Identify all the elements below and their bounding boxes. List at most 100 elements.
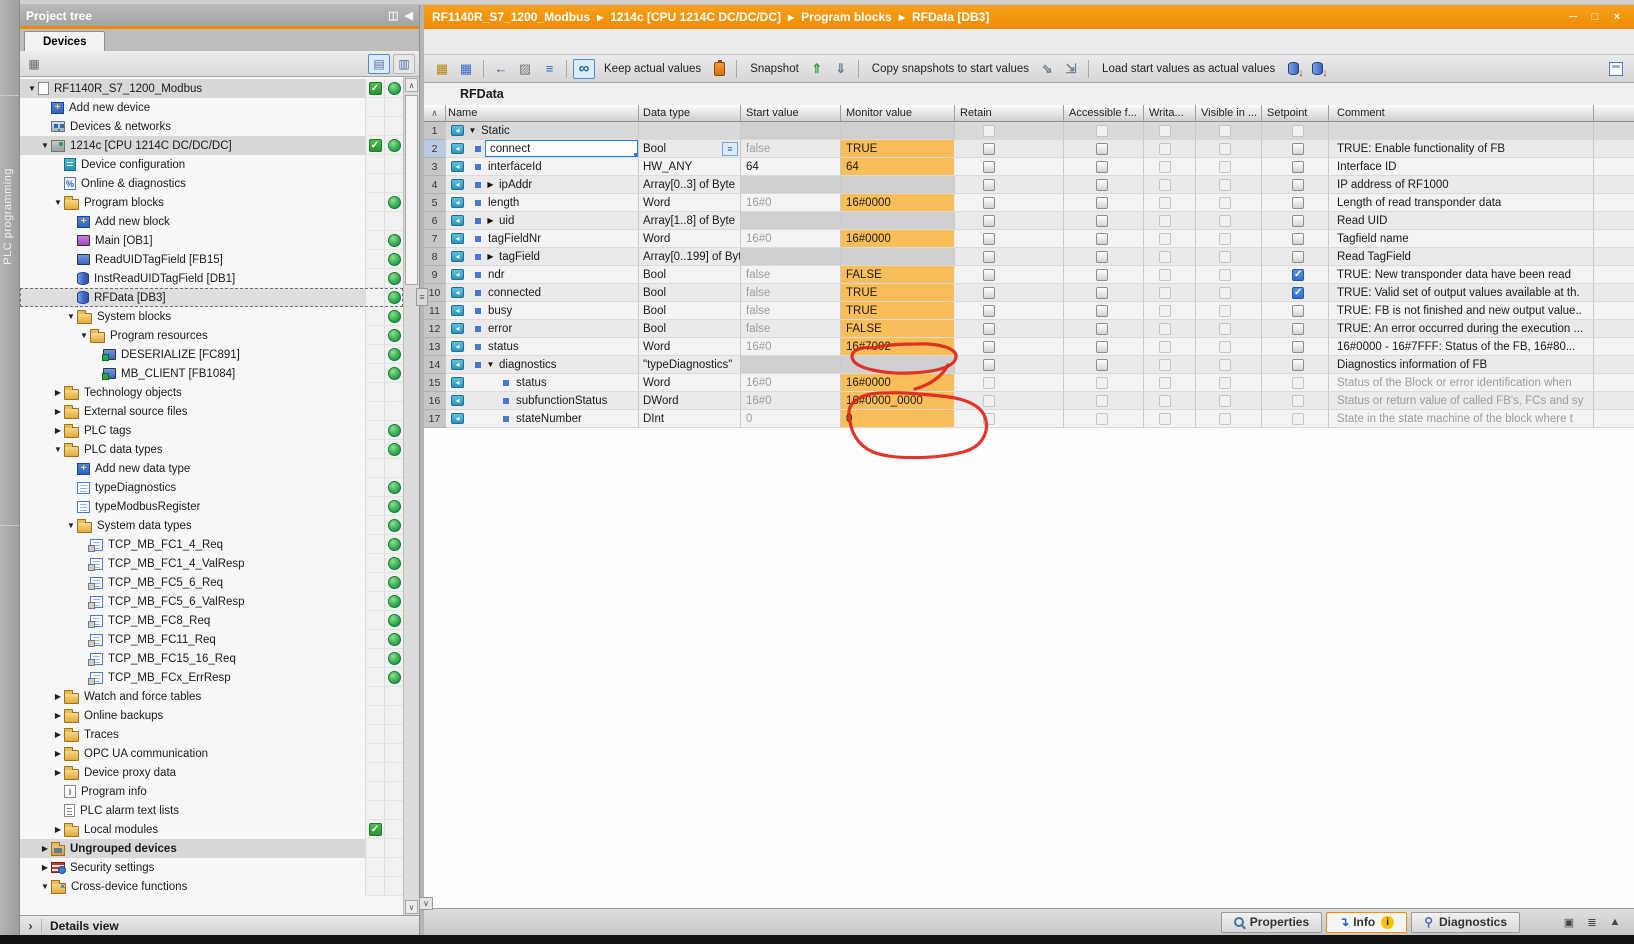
expand-arrow-icon[interactable]: ▶ bbox=[52, 407, 64, 416]
writable-from-hmi-cell[interactable] bbox=[1144, 176, 1196, 194]
tree-item[interactable]: Add new device bbox=[20, 98, 403, 117]
tree-item[interactable]: ▶External source files bbox=[20, 402, 403, 421]
tree-item[interactable]: TCP_MB_FC15_16_Req bbox=[20, 649, 403, 668]
retain-checkbox[interactable] bbox=[983, 215, 995, 227]
setpoint-cell[interactable] bbox=[1262, 392, 1329, 410]
retain-checkbox[interactable] bbox=[983, 359, 995, 371]
tree-item[interactable]: ▶Local modules bbox=[20, 820, 403, 839]
retain-checkbox[interactable] bbox=[983, 269, 995, 281]
collapse-all-icon[interactable]: ∧ bbox=[424, 105, 446, 122]
collapse-inspector-icon[interactable]: ▲ bbox=[1606, 916, 1624, 928]
start-value-cell[interactable]: false bbox=[741, 302, 841, 320]
accessible-from-hmi-cell[interactable] bbox=[1064, 284, 1144, 302]
accessible-from-hmi-checkbox[interactable] bbox=[1096, 215, 1108, 227]
setpoint-checkbox[interactable] bbox=[1292, 287, 1304, 299]
visible-in-hmi-cell[interactable] bbox=[1196, 302, 1262, 320]
retain-cell[interactable] bbox=[955, 356, 1064, 374]
visible-in-hmi-cell[interactable] bbox=[1196, 266, 1262, 284]
diagram-view-icon[interactable]: ▥ bbox=[393, 54, 415, 74]
snapshot-label[interactable]: Snapshot bbox=[750, 63, 799, 75]
accessible-from-hmi-checkbox[interactable] bbox=[1096, 269, 1108, 281]
visible-in-hmi-cell[interactable] bbox=[1196, 284, 1262, 302]
list-view-icon[interactable]: ▤ bbox=[368, 54, 390, 74]
tree-item[interactable]: TCP_MB_FC1_4_ValResp bbox=[20, 554, 403, 573]
collapse-arrow-icon[interactable]: ▼ bbox=[39, 141, 51, 150]
name-cell[interactable]: status bbox=[446, 338, 639, 356]
expand-arrow-icon[interactable]: ▶ bbox=[52, 730, 64, 739]
tree-item[interactable]: TCP_MB_FC1_4_Req bbox=[20, 535, 403, 554]
column-header-setpoint[interactable]: Setpoint bbox=[1262, 105, 1329, 122]
expand-arrow-icon[interactable]: ▶ bbox=[52, 692, 64, 701]
setpoint-cell[interactable] bbox=[1262, 230, 1329, 248]
copy-snapshot-icon[interactable]: ⇘ bbox=[1036, 59, 1058, 79]
data-type-cell[interactable]: "typeDiagnostics" bbox=[639, 356, 741, 374]
tree-item[interactable]: TCP_MB_FC11_Req bbox=[20, 630, 403, 649]
setpoint-checkbox[interactable] bbox=[1292, 197, 1304, 209]
editor-scroll-down-icon[interactable]: ∨ bbox=[419, 897, 433, 910]
retain-cell[interactable] bbox=[955, 176, 1064, 194]
start-value-cell[interactable]: false bbox=[741, 320, 841, 338]
visible-in-hmi-cell[interactable] bbox=[1196, 212, 1262, 230]
accessible-from-hmi-cell[interactable] bbox=[1064, 266, 1144, 284]
accessible-from-hmi-checkbox[interactable] bbox=[1096, 197, 1108, 209]
expand-arrow-icon[interactable]: ▶ bbox=[39, 863, 51, 872]
column-header-monitor-value[interactable]: Monitor value bbox=[841, 105, 955, 122]
collapse-arrow-icon[interactable]: ▼ bbox=[52, 445, 64, 454]
data-type-cell[interactable]: Bool≡ bbox=[639, 140, 741, 158]
tree-item[interactable]: ▶OPC UA communication bbox=[20, 744, 403, 763]
setpoint-cell[interactable] bbox=[1262, 176, 1329, 194]
comment-cell[interactable]: Tagfield name bbox=[1329, 230, 1594, 248]
data-type-cell[interactable]: Word bbox=[639, 230, 741, 248]
tree-item[interactable]: Add new data type bbox=[20, 459, 403, 478]
comment-cell[interactable] bbox=[1329, 122, 1594, 140]
accessible-from-hmi-cell[interactable] bbox=[1064, 230, 1144, 248]
retain-cell[interactable] bbox=[955, 284, 1064, 302]
breadcrumb-project[interactable]: RF1140R_S7_1200_Modbus bbox=[432, 10, 590, 24]
comment-cell[interactable]: 16#0000 - 16#7FFF: Status of the FB, 16#… bbox=[1329, 338, 1594, 356]
comment-cell[interactable]: Read TagField bbox=[1329, 248, 1594, 266]
setpoint-cell[interactable] bbox=[1262, 212, 1329, 230]
writable-from-hmi-cell[interactable] bbox=[1144, 410, 1196, 428]
column-header-accessible[interactable]: Accessible f... bbox=[1064, 105, 1144, 122]
tree-item[interactable]: ▶Technology objects bbox=[20, 383, 403, 402]
retain-checkbox[interactable] bbox=[983, 197, 995, 209]
comment-cell[interactable]: Interface ID bbox=[1329, 158, 1594, 176]
apply-snapshot-icon[interactable]: ⇓ bbox=[830, 59, 852, 79]
accessible-from-hmi-cell[interactable] bbox=[1064, 356, 1144, 374]
selected-name-editor[interactable]: connect bbox=[485, 140, 638, 157]
retain-cell[interactable] bbox=[955, 392, 1064, 410]
comment-cell[interactable]: Read UID bbox=[1329, 212, 1594, 230]
retain-checkbox[interactable] bbox=[983, 287, 995, 299]
data-type-cell[interactable]: Array[0..199] of Byte bbox=[639, 248, 741, 266]
retain-checkbox[interactable] bbox=[983, 323, 995, 335]
accessible-from-hmi-cell[interactable] bbox=[1064, 176, 1144, 194]
accessible-from-hmi-checkbox[interactable] bbox=[1096, 287, 1108, 299]
start-value-cell[interactable]: false bbox=[741, 140, 841, 158]
name-cell[interactable]: status bbox=[446, 374, 639, 392]
breadcrumb-device[interactable]: 1214c [CPU 1214C DC/DC/DC] bbox=[610, 10, 781, 24]
name-cell[interactable]: ▼diagnostics bbox=[446, 356, 639, 374]
tree-item[interactable]: typeModbusRegister bbox=[20, 497, 403, 516]
tree-item[interactable]: ▼RF1140R_S7_1200_Modbus bbox=[20, 79, 403, 98]
float-window-icon[interactable]: □ bbox=[1586, 11, 1604, 23]
close-window-icon[interactable]: × bbox=[1608, 11, 1626, 23]
setpoint-cell[interactable] bbox=[1262, 410, 1329, 428]
column-header-start-value[interactable]: Start value bbox=[741, 105, 841, 122]
tree-item[interactable]: ▶PLC tags bbox=[20, 421, 403, 440]
accessible-from-hmi-checkbox[interactable] bbox=[1096, 323, 1108, 335]
setpoint-cell[interactable] bbox=[1262, 356, 1329, 374]
tree-item[interactable]: Devices & networks bbox=[20, 117, 403, 136]
visible-in-hmi-cell[interactable] bbox=[1196, 140, 1262, 158]
expand-arrow-icon[interactable]: ▶ bbox=[52, 711, 64, 720]
configure-columns-icon[interactable]: ▦ bbox=[24, 55, 44, 73]
tree-item[interactable]: Online & diagnostics bbox=[20, 174, 403, 193]
setpoint-checkbox[interactable] bbox=[1292, 323, 1304, 335]
tree-item[interactable]: Device configuration bbox=[20, 155, 403, 174]
retain-cell[interactable] bbox=[955, 374, 1064, 392]
tab-info[interactable]: ↴Infoi bbox=[1326, 912, 1407, 933]
start-value-cell[interactable] bbox=[741, 356, 841, 374]
accessible-from-hmi-cell[interactable] bbox=[1064, 338, 1144, 356]
float-inspector-icon[interactable]: ▣ bbox=[1560, 916, 1578, 929]
data-type-cell[interactable] bbox=[639, 122, 741, 140]
retain-checkbox[interactable] bbox=[983, 179, 995, 191]
